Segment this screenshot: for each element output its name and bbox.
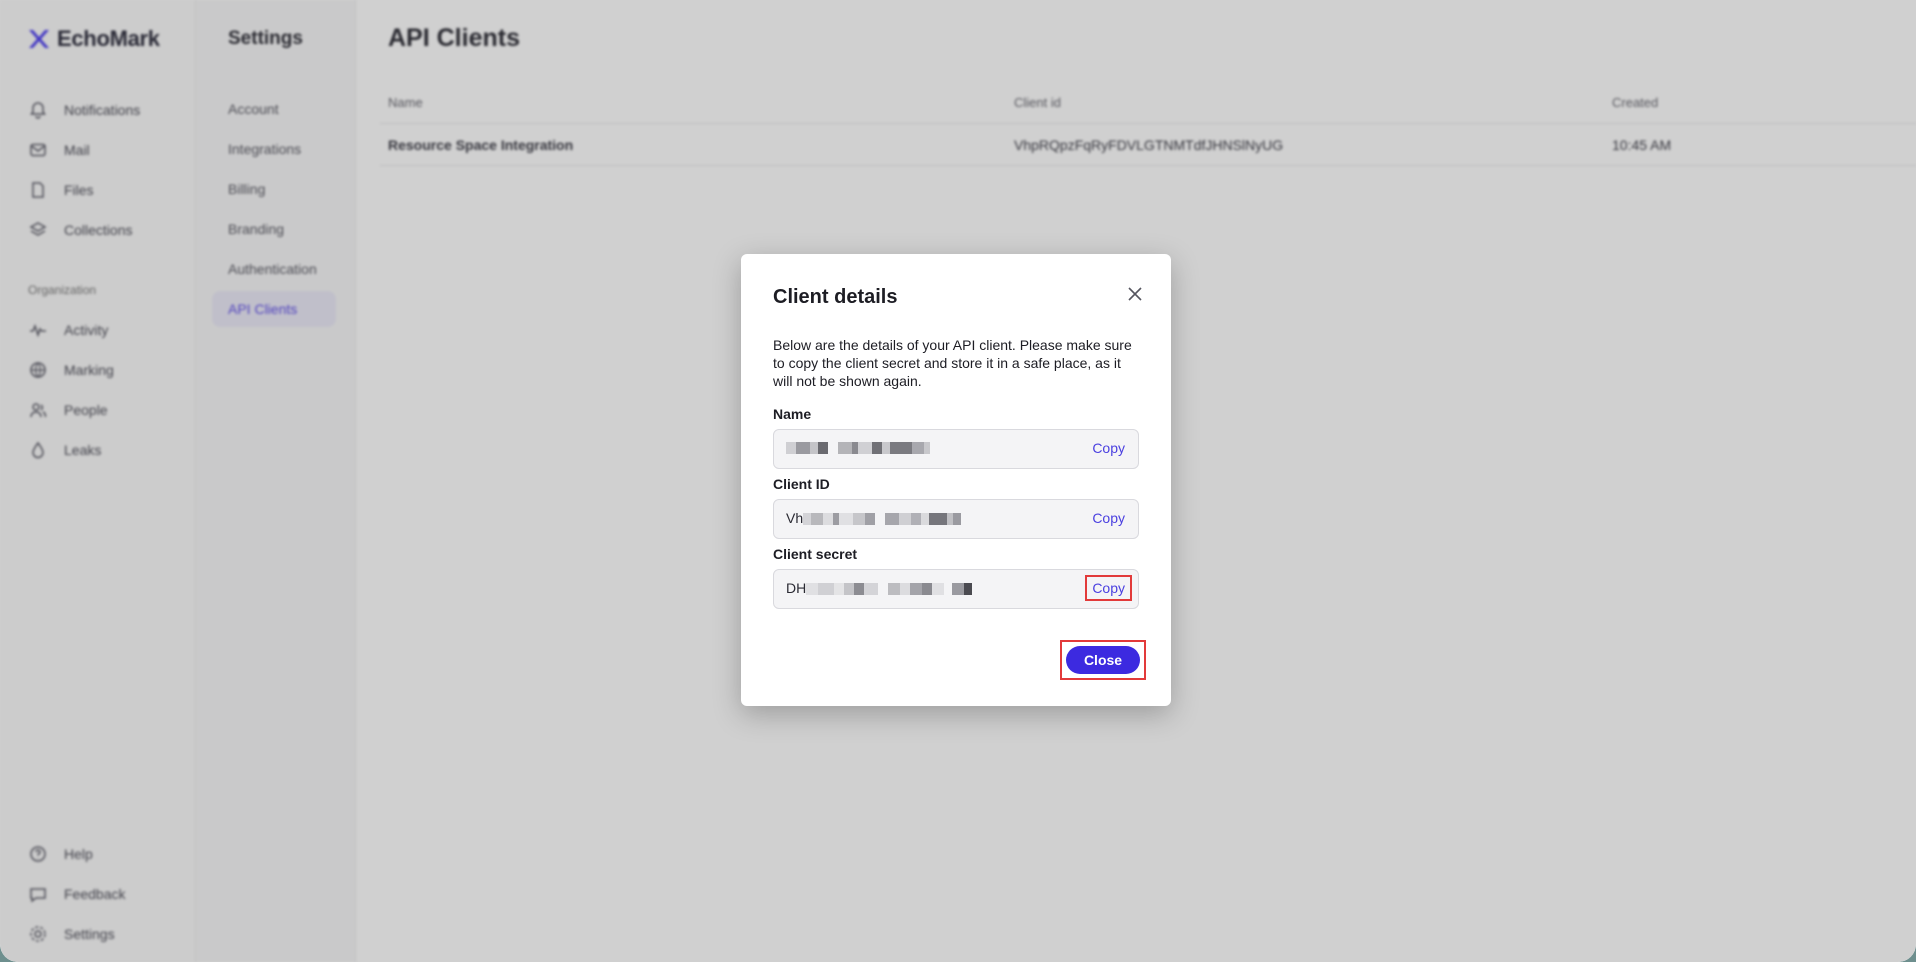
name-value <box>786 440 930 454</box>
client-id-value: Vh <box>786 510 962 526</box>
client-secret-label: Client secret <box>773 546 858 562</box>
client-id-field: Vh Copy <box>773 499 1139 539</box>
copy-client-id-button[interactable]: Copy <box>1087 507 1130 529</box>
copy-client-secret-button[interactable]: Copy <box>1085 575 1132 601</box>
app-window: EchoMark Notifications Mail Files Collec… <box>0 0 1916 962</box>
close-button[interactable]: Close <box>1066 646 1140 674</box>
name-field: Copy <box>773 429 1139 469</box>
copy-name-button[interactable]: Copy <box>1087 437 1130 459</box>
dialog-title: Client details <box>773 286 898 308</box>
client-id-label: Client ID <box>773 476 830 492</box>
client-secret-value: DH <box>786 580 973 596</box>
name-label: Name <box>773 406 812 422</box>
close-icon[interactable] <box>1125 284 1145 304</box>
client-secret-field: DH Copy <box>773 569 1139 609</box>
client-details-dialog: Client details Below are the details of … <box>741 254 1171 706</box>
dialog-description: Below are the details of your API client… <box>773 337 1132 389</box>
close-button-highlight: Close <box>1060 640 1146 680</box>
